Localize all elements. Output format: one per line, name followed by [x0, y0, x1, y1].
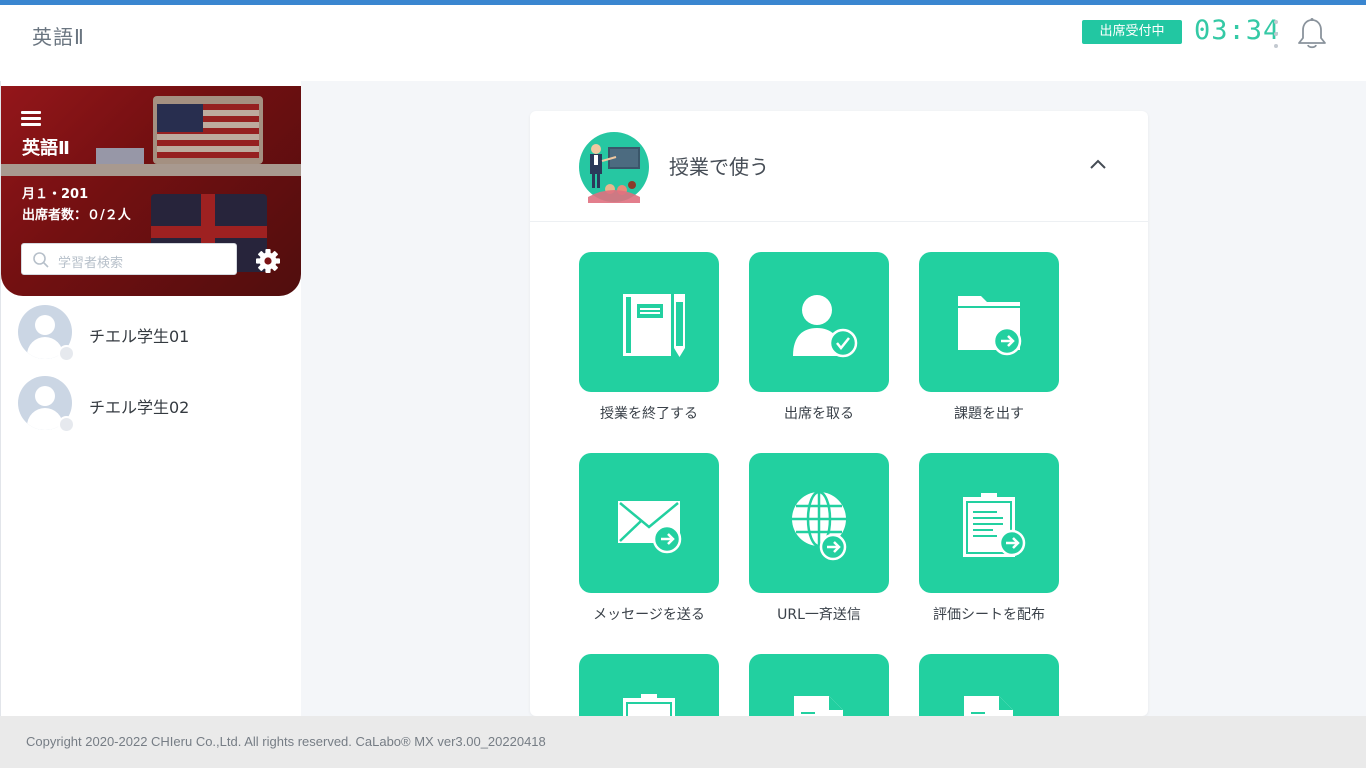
globe-arrow-icon [792, 490, 847, 561]
student-name: チエル学生01 [89, 327, 190, 346]
document-icon [964, 696, 1013, 716]
header: 英語Ⅱ 出席受付中 03:34 [0, 5, 1366, 81]
attendance-status-badge: 出席受付中 [1082, 20, 1182, 44]
tile-label: URL一斉送信 [777, 607, 861, 623]
end-class-button[interactable] [579, 252, 719, 392]
take-attendance-button[interactable] [749, 252, 889, 392]
class-name: 英語Ⅱ [22, 138, 70, 159]
tile-label: 課題を出す [954, 406, 1024, 422]
tile-label: 評価シートを配布 [933, 607, 1045, 623]
hamburger-menu-icon[interactable] [21, 111, 43, 129]
tool-tile-7[interactable] [579, 654, 719, 716]
more-menu-icon[interactable] [1270, 18, 1282, 50]
class-period: 月１・201 [22, 187, 89, 202]
tile-label: 出席を取る [784, 406, 854, 422]
envelope-arrow-icon [618, 501, 682, 554]
gear-icon[interactable] [254, 247, 282, 275]
search-icon [33, 252, 49, 268]
attendance-count: 出席者数：０/２人 [22, 208, 131, 223]
student-list-item[interactable]: チエル学生01 [18, 305, 288, 362]
send-url-button[interactable] [749, 453, 889, 593]
online-status-dot [58, 345, 75, 362]
bell-icon[interactable] [1296, 17, 1328, 51]
chevron-up-icon[interactable] [1088, 156, 1108, 170]
teacher-classroom-icon [578, 131, 650, 203]
clipboard-icon [623, 694, 675, 716]
search-placeholder: 学習者検索 [58, 256, 124, 271]
user-check-icon [793, 295, 858, 358]
send-message-button[interactable] [579, 453, 719, 593]
page-title: 英語Ⅱ [32, 25, 85, 49]
class-banner: 英語Ⅱ 月１・201 出席者数：０/２人 学習者検索 [1, 86, 301, 296]
tool-tile-9[interactable] [919, 654, 1059, 716]
footer: Copyright 2020-2022 CHIeru Co.,Ltd. All … [0, 716, 1366, 768]
student-list-item[interactable]: チエル学生02 [18, 376, 288, 433]
assign-task-button[interactable] [919, 252, 1059, 392]
panel-title: 授業で使う [669, 155, 769, 179]
notebook-pen-icon [623, 294, 685, 357]
class-tools-panel: 授業で使う 授業を終了する 出席を取る 課題を出す メッセージを送る URL一斉… [530, 111, 1148, 716]
tile-label: メッセージを送る [593, 607, 705, 623]
clipboard-arrow-icon [963, 493, 1026, 557]
tile-label: 授業を終了する [600, 406, 698, 422]
attendance-timer: 03:34 [1194, 15, 1281, 46]
student-name: チエル学生02 [89, 398, 190, 417]
student-search-input[interactable]: 学習者検索 [21, 243, 237, 275]
tool-tile-8[interactable] [749, 654, 889, 716]
online-status-dot [58, 416, 75, 433]
copyright-text: Copyright 2020-2022 CHIeru Co.,Ltd. All … [26, 734, 546, 749]
distribute-evaluation-sheet-button[interactable] [919, 453, 1059, 593]
folder-arrow-icon [958, 296, 1022, 356]
document-icon [794, 696, 843, 716]
panel-header[interactable]: 授業で使う [530, 111, 1148, 222]
